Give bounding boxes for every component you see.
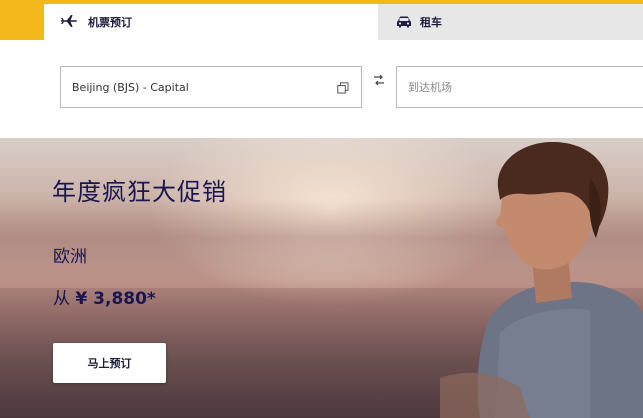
departure-airport-field[interactable]: Beijing (BJS) - Capital	[60, 66, 362, 108]
promo-title: 年度疯狂大促销	[52, 178, 227, 206]
left-accent-block	[0, 0, 44, 40]
airplane-icon	[60, 13, 78, 32]
tab-flight-label: 机票预订	[88, 16, 132, 29]
car-icon	[396, 13, 412, 32]
arrival-airport-placeholder: 到达机场	[408, 81, 452, 94]
copy-icon[interactable]	[337, 82, 349, 94]
arrival-airport-field[interactable]: 到达机场	[396, 66, 643, 108]
search-panel: Beijing (BJS) - Capital 到达机场	[0, 40, 643, 138]
book-now-button[interactable]: 马上预订	[53, 343, 166, 383]
swap-icon[interactable]	[372, 72, 386, 86]
traveler-photo	[440, 141, 643, 418]
departure-airport-value: Beijing (BJS) - Capital	[72, 80, 189, 94]
tab-flight-booking[interactable]: 机票预订	[44, 4, 378, 40]
price-value: ¥ 3,880*	[75, 289, 156, 309]
promo-region: 欧洲	[53, 247, 87, 267]
price-prefix: 从	[53, 289, 70, 309]
tab-car-rental[interactable]: 租车	[378, 4, 643, 40]
tab-car-label: 租车	[420, 16, 442, 29]
promo-price: 从 ¥ 3,880*	[53, 284, 156, 309]
promo-banner: 年度疯狂大促销 欧洲 从 ¥ 3,880* 马上预订	[0, 138, 643, 418]
